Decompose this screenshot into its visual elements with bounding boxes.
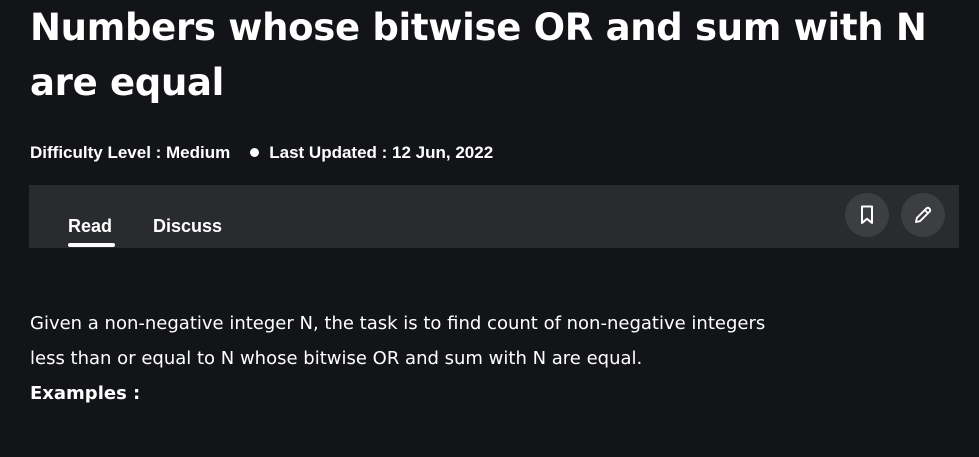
article-meta: Difficulty Level : Medium Last Updated : …	[30, 141, 493, 165]
edit-button[interactable]	[901, 193, 945, 237]
examples-heading: Examples :	[30, 383, 141, 404]
active-tab-indicator	[68, 243, 115, 247]
page-title: Numbers whose bitwise OR and sum with N …	[30, 6, 927, 104]
paragraph-line: less than or equal to N whose bitwise OR…	[30, 348, 643, 369]
last-updated: Last Updated : 12 Jun, 2022	[269, 143, 494, 162]
paragraph-line: Given a non-negative integer N, the task…	[30, 313, 766, 334]
separator-dot-icon	[250, 148, 260, 158]
bookmark-icon	[861, 205, 873, 224]
article-tab-bar: Read Discuss	[29, 185, 959, 248]
bookmark-button[interactable]	[845, 193, 889, 237]
article-body: Given a non-negative integer N, the task…	[30, 306, 930, 411]
pencil-icon	[915, 206, 932, 223]
difficulty-level: Difficulty Level : Medium	[30, 143, 231, 162]
article-page: Numbers whose bitwise OR and sum with N …	[0, 0, 979, 457]
tab-read[interactable]: Read	[68, 215, 112, 237]
tab-discuss[interactable]: Discuss	[153, 215, 222, 237]
